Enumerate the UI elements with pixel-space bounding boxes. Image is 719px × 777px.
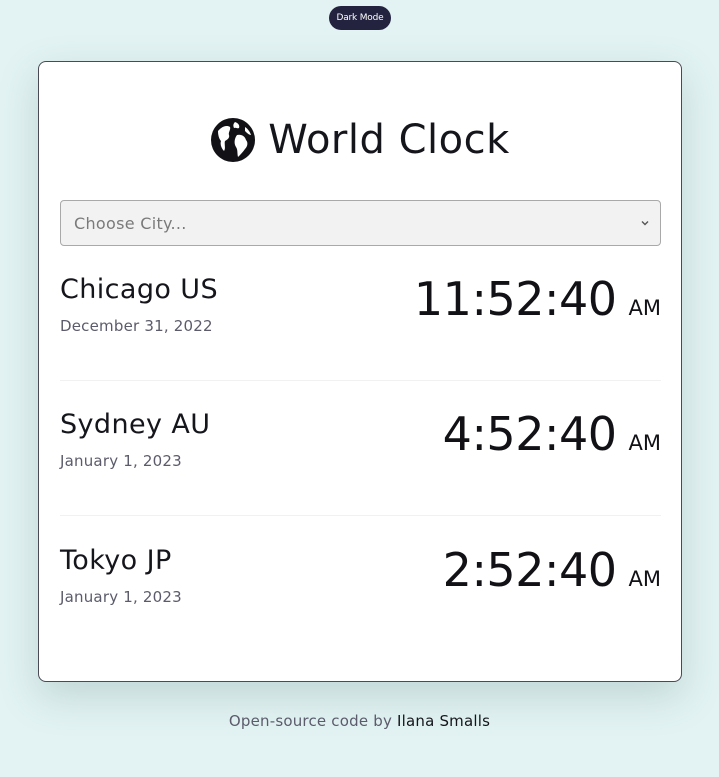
world-clock-card: World Clock Choose City... Chicago US De… — [38, 61, 682, 682]
city-name: Sydney AU — [60, 409, 211, 440]
city-name: Chicago US — [60, 274, 218, 305]
time-display: 11:52:40 AM — [414, 272, 661, 326]
time-value: 2:52:40 — [442, 543, 617, 597]
city-date: January 1, 2023 — [60, 452, 182, 470]
chevron-down-icon — [641, 221, 649, 226]
header: World Clock — [39, 114, 681, 166]
clock-row-sydney: Sydney AU January 1, 2023 4:52:40 AM — [60, 381, 661, 516]
footer-text: Open-source code by — [228, 712, 393, 730]
footer: Open-source code by Ilana Smalls — [0, 712, 719, 730]
globe-icon — [211, 118, 256, 162]
clock-row-chicago: Chicago US December 31, 2022 11:52:40 AM — [60, 246, 661, 381]
time-value: 11:52:40 — [413, 272, 617, 326]
time-period: AM — [628, 296, 661, 320]
author-link[interactable]: Ilana Smalls — [397, 712, 490, 730]
city-select[interactable]: Choose City... — [60, 200, 661, 246]
clock-row-tokyo: Tokyo JP January 1, 2023 2:52:40 AM — [60, 517, 661, 652]
city-select-value: Choose City... — [74, 213, 187, 233]
time-period: AM — [628, 431, 661, 455]
city-date: January 1, 2023 — [60, 588, 182, 606]
time-value: 4:52:40 — [442, 407, 617, 461]
dark-mode-button[interactable]: Dark Mode — [329, 6, 391, 30]
time-display: 4:52:40 AM — [443, 407, 661, 461]
time-period: AM — [628, 567, 661, 591]
time-display: 2:52:40 AM — [443, 543, 661, 597]
city-name: Tokyo JP — [60, 545, 172, 576]
city-date: December 31, 2022 — [60, 317, 213, 335]
page-title: World Clock — [268, 117, 510, 163]
